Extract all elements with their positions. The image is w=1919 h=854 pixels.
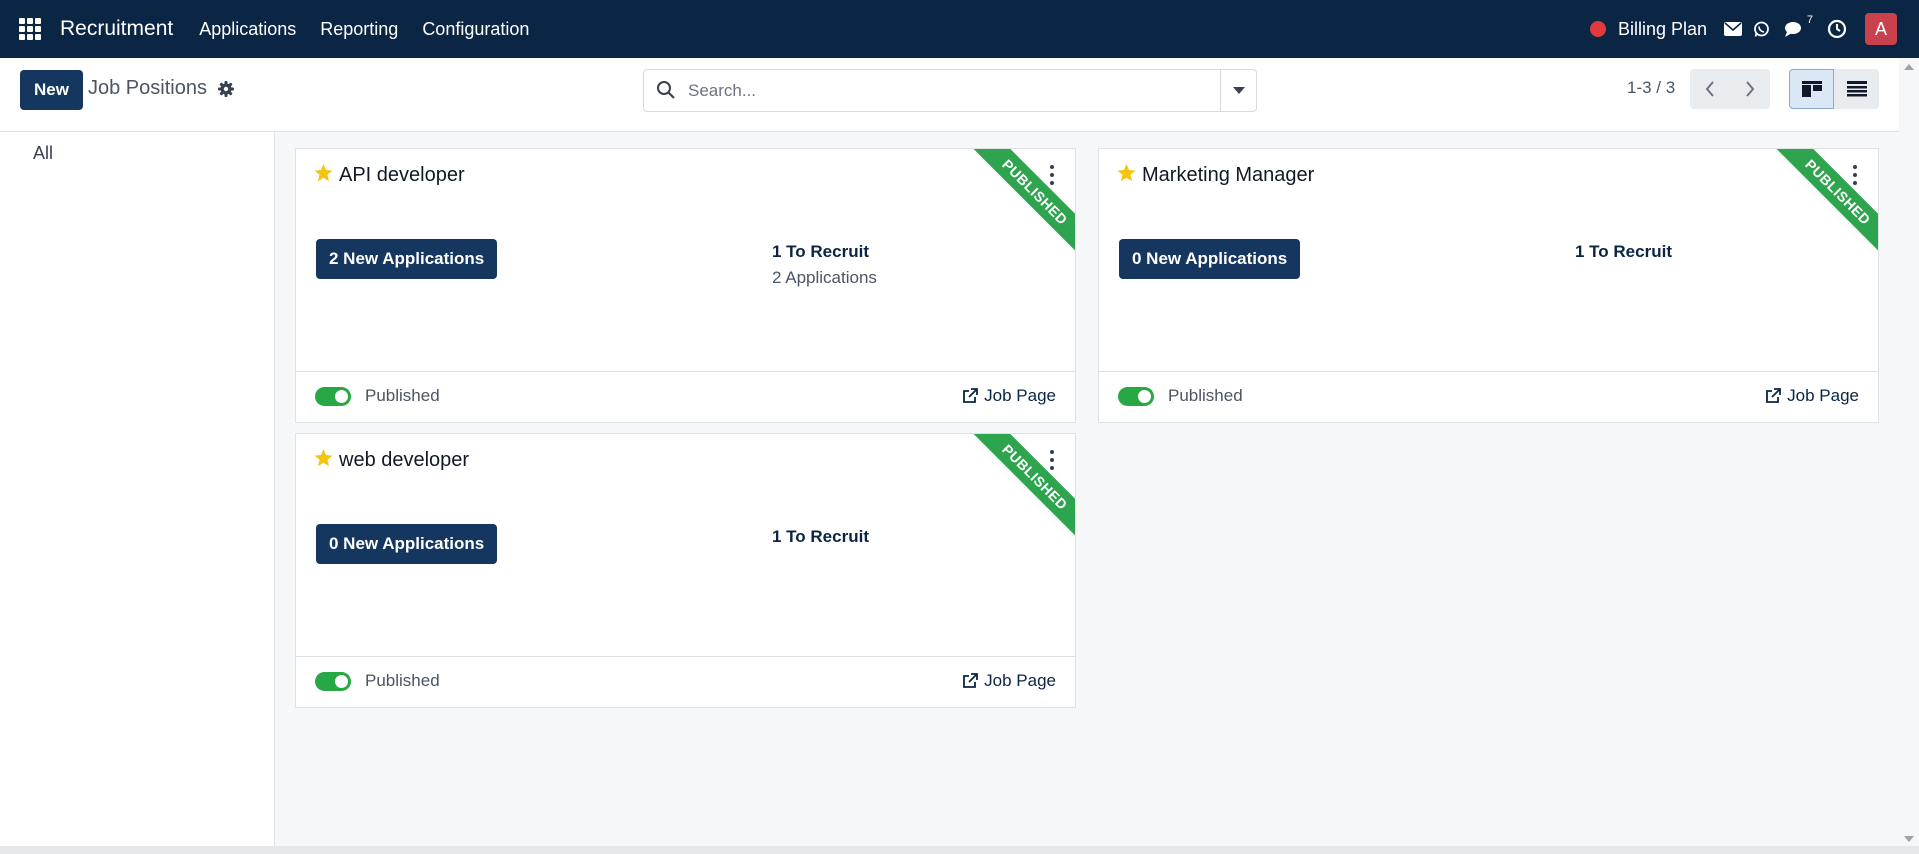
search-icon [657, 81, 675, 99]
list-view-button[interactable] [1834, 69, 1879, 109]
job-page-link[interactable]: Job Page [1765, 386, 1859, 406]
billing-plan-link[interactable]: Billing Plan [1589, 18, 1707, 40]
published-ribbon: PUBLISHED [965, 434, 1075, 544]
search-input[interactable] [688, 70, 1198, 111]
apps-menu-button[interactable] [0, 0, 60, 58]
app-brand[interactable]: Recruitment [60, 17, 173, 41]
ribbon-label: PUBLISHED [969, 149, 1075, 258]
control-panel: New Job Positions 1-3 / 3 [0, 58, 1899, 132]
new-applications-button[interactable]: 0 New Applications [316, 524, 498, 564]
clock-icon [1827, 19, 1847, 39]
card-dropdown-toggle[interactable] [1047, 165, 1057, 185]
to-recruit-link[interactable]: 1 To Recruit [772, 527, 869, 547]
search-bar [643, 69, 1257, 112]
job-page-link[interactable]: Job Page [962, 386, 1056, 406]
billing-plan-label: Billing Plan [1617, 18, 1707, 39]
external-link-icon [963, 388, 979, 403]
whatsapp-icon [1753, 21, 1769, 37]
scroll-up-icon[interactable] [1904, 64, 1914, 70]
ribbon-label: PUBLISHED [969, 434, 1075, 543]
vertical-scrollbar[interactable] [1899, 58, 1919, 848]
pager-next-button[interactable] [1730, 69, 1770, 109]
mail-button[interactable] [1719, 0, 1747, 58]
applications-count-link[interactable]: 2 Applications [772, 268, 877, 288]
external-link-icon [1766, 388, 1782, 403]
publish-toggle[interactable] [1118, 387, 1154, 406]
new-button[interactable]: New [20, 70, 83, 110]
kebab-menu-icon [1050, 450, 1054, 454]
published-label: Published [365, 671, 440, 690]
published-ribbon: PUBLISHED [965, 149, 1075, 259]
published-ribbon: PUBLISHED [1768, 149, 1878, 259]
chevron-right-icon [1746, 81, 1755, 97]
chevron-left-icon [1705, 81, 1714, 97]
menu-applications[interactable]: Applications [199, 19, 296, 40]
favorite-toggle[interactable] [314, 164, 333, 187]
card-dropdown-toggle[interactable] [1047, 450, 1057, 470]
actions-gear-button[interactable] [218, 81, 234, 102]
job-page-label: Job Page [984, 671, 1056, 690]
kebab-menu-icon [1050, 165, 1054, 169]
job-card[interactable]: Marketing Manager PUBLISHED 0 New Applic… [1098, 148, 1879, 423]
chat-counter-badge: 7 [1804, 14, 1815, 26]
star-icon [314, 164, 333, 182]
star-icon [1117, 164, 1136, 182]
card-footer: Published Job Page [296, 371, 1075, 422]
scroll-down-icon[interactable] [1904, 836, 1914, 842]
filter-all[interactable]: All [33, 143, 53, 164]
job-page-label: Job Page [984, 386, 1056, 405]
horizontal-scrollbar[interactable] [0, 846, 1919, 854]
top-navbar: Recruitment Applications Reporting Confi… [0, 0, 1919, 58]
new-applications-button[interactable]: 0 New Applications [1119, 239, 1301, 279]
caret-down-icon [1232, 86, 1245, 94]
messaging-button[interactable]: 7 [1781, 0, 1815, 58]
chat-icon [1785, 22, 1801, 37]
ribbon-label: PUBLISHED [1772, 149, 1878, 258]
pager-previous-button[interactable] [1690, 69, 1730, 109]
job-title[interactable]: API developer [339, 164, 465, 187]
search-panel: All [0, 132, 275, 846]
external-link-icon [963, 673, 979, 688]
job-title[interactable]: web developer [339, 449, 469, 472]
job-card[interactable]: API developer PUBLISHED 2 New Applicatio… [295, 148, 1076, 423]
job-card[interactable]: web developer PUBLISHED 0 New Applicatio… [295, 433, 1076, 708]
search-options-toggle[interactable] [1220, 70, 1256, 111]
job-title[interactable]: Marketing Manager [1142, 164, 1314, 187]
kanban-icon [1801, 81, 1822, 97]
apps-grid-icon [19, 18, 41, 40]
list-icon [1846, 81, 1867, 97]
menu-configuration[interactable]: Configuration [422, 19, 529, 40]
new-applications-button[interactable]: 2 New Applications [316, 239, 498, 279]
to-recruit-link[interactable]: 1 To Recruit [1575, 242, 1672, 262]
status-dot-icon [1589, 21, 1606, 37]
published-label: Published [365, 386, 440, 405]
whatsapp-button[interactable] [1747, 0, 1775, 58]
card-footer: Published Job Page [296, 656, 1075, 707]
to-recruit-link[interactable]: 1 To Recruit [772, 242, 869, 262]
published-label: Published [1168, 386, 1243, 405]
publish-toggle[interactable] [315, 672, 351, 691]
navbar-systray: Billing Plan 7 A [1589, 0, 1919, 58]
gear-icon [218, 81, 234, 97]
card-footer: Published Job Page [1099, 371, 1878, 422]
star-icon [314, 449, 333, 467]
job-page-label: Job Page [1787, 386, 1859, 405]
favorite-toggle[interactable] [314, 449, 333, 472]
page-title: Job Positions [88, 77, 207, 99]
kanban-view-button[interactable] [1789, 69, 1834, 109]
user-avatar[interactable]: A [1865, 13, 1897, 45]
favorite-toggle[interactable] [1117, 164, 1136, 187]
kebab-menu-icon [1853, 165, 1857, 169]
pager-value[interactable]: 1-3 / 3 [1627, 78, 1675, 98]
menu-reporting[interactable]: Reporting [320, 19, 398, 40]
card-dropdown-toggle[interactable] [1850, 165, 1860, 185]
publish-toggle[interactable] [315, 387, 351, 406]
job-page-link[interactable]: Job Page [962, 671, 1056, 691]
activity-button[interactable] [1823, 0, 1851, 58]
envelope-icon [1724, 22, 1742, 36]
